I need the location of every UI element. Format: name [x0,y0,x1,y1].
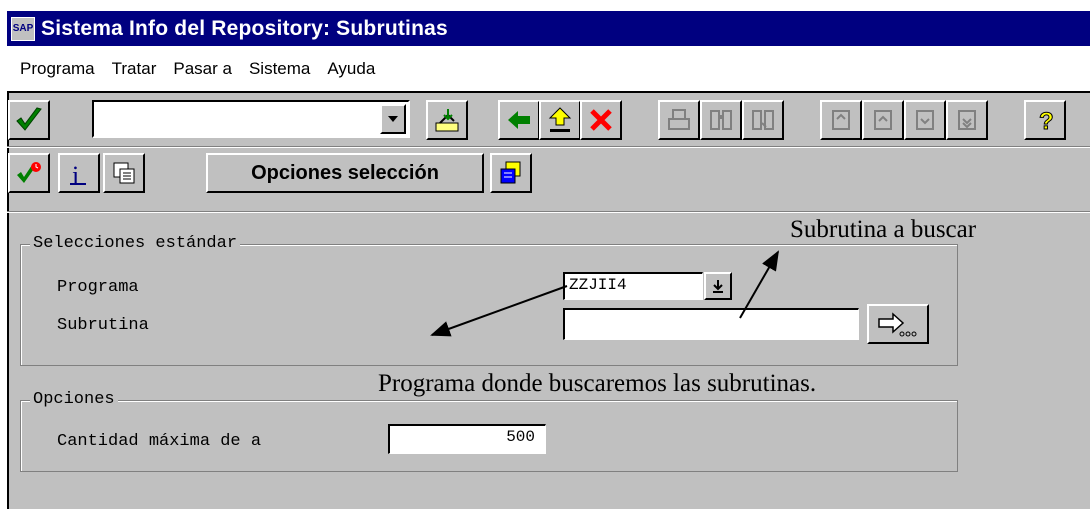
annotation-arrows [430,250,779,337]
arrow-to-subrutina-label [430,285,568,337]
sap-window: SAP Sistema Info del Repository: Subruti… [0,0,1090,509]
arrow-to-subroutine-annotation [739,250,779,319]
